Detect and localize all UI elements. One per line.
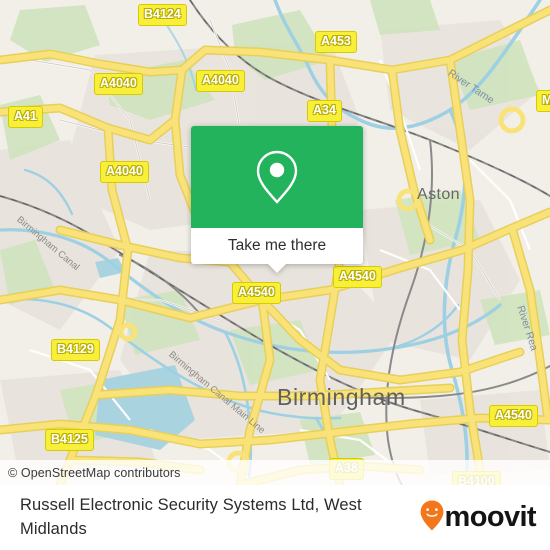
take-me-there-button[interactable]: Take me there: [191, 228, 363, 264]
poi-title: Russell Electronic Security Systems Ltd,…: [20, 495, 362, 538]
attribution-text: © OpenStreetMap contributors: [8, 465, 181, 480]
footer-bar: Russell Electronic Security Systems Ltd,…: [0, 485, 550, 550]
screenshot-root: B4124 A453 A4040 A4040 A34 A41 A4040 M6 …: [0, 0, 550, 550]
road-shield[interactable]: A4040: [196, 70, 245, 92]
moovit-logo[interactable]: moovit: [420, 500, 537, 536]
road-shield[interactable]: A453: [315, 31, 357, 53]
road-shield[interactable]: A4040: [94, 73, 143, 95]
place-label-birmingham: Birmingham: [277, 384, 406, 410]
place-label-aston: Aston: [417, 186, 460, 203]
poi-card-pointer: [268, 264, 286, 273]
road-shield[interactable]: A41: [8, 106, 43, 128]
moovit-wordmark: moovit: [444, 501, 537, 533]
moovit-smiley-pin-icon: [420, 500, 444, 536]
road-shield[interactable]: B4129: [51, 339, 100, 361]
road-shield[interactable]: M6: [536, 90, 550, 112]
poi-card-marker-area: [191, 126, 363, 228]
poi-card[interactable]: Take me there: [191, 126, 363, 273]
road-shield[interactable]: B4125: [45, 429, 94, 451]
map-viewport[interactable]: B4124 A453 A4040 A4040 A34 A41 A4040 M6 …: [0, 0, 550, 485]
road-shield[interactable]: A4540: [333, 266, 382, 288]
road-shield[interactable]: A4040: [100, 161, 149, 183]
take-me-there-label: Take me there: [227, 237, 327, 254]
road-shield[interactable]: A4540: [232, 282, 281, 304]
road-shield[interactable]: B4124: [138, 4, 187, 26]
map-pin-icon: [255, 149, 299, 205]
road-shield[interactable]: A4540: [489, 405, 538, 427]
map-attribution: © OpenStreetMap contributors: [0, 460, 550, 485]
road-shield[interactable]: A34: [307, 100, 342, 122]
